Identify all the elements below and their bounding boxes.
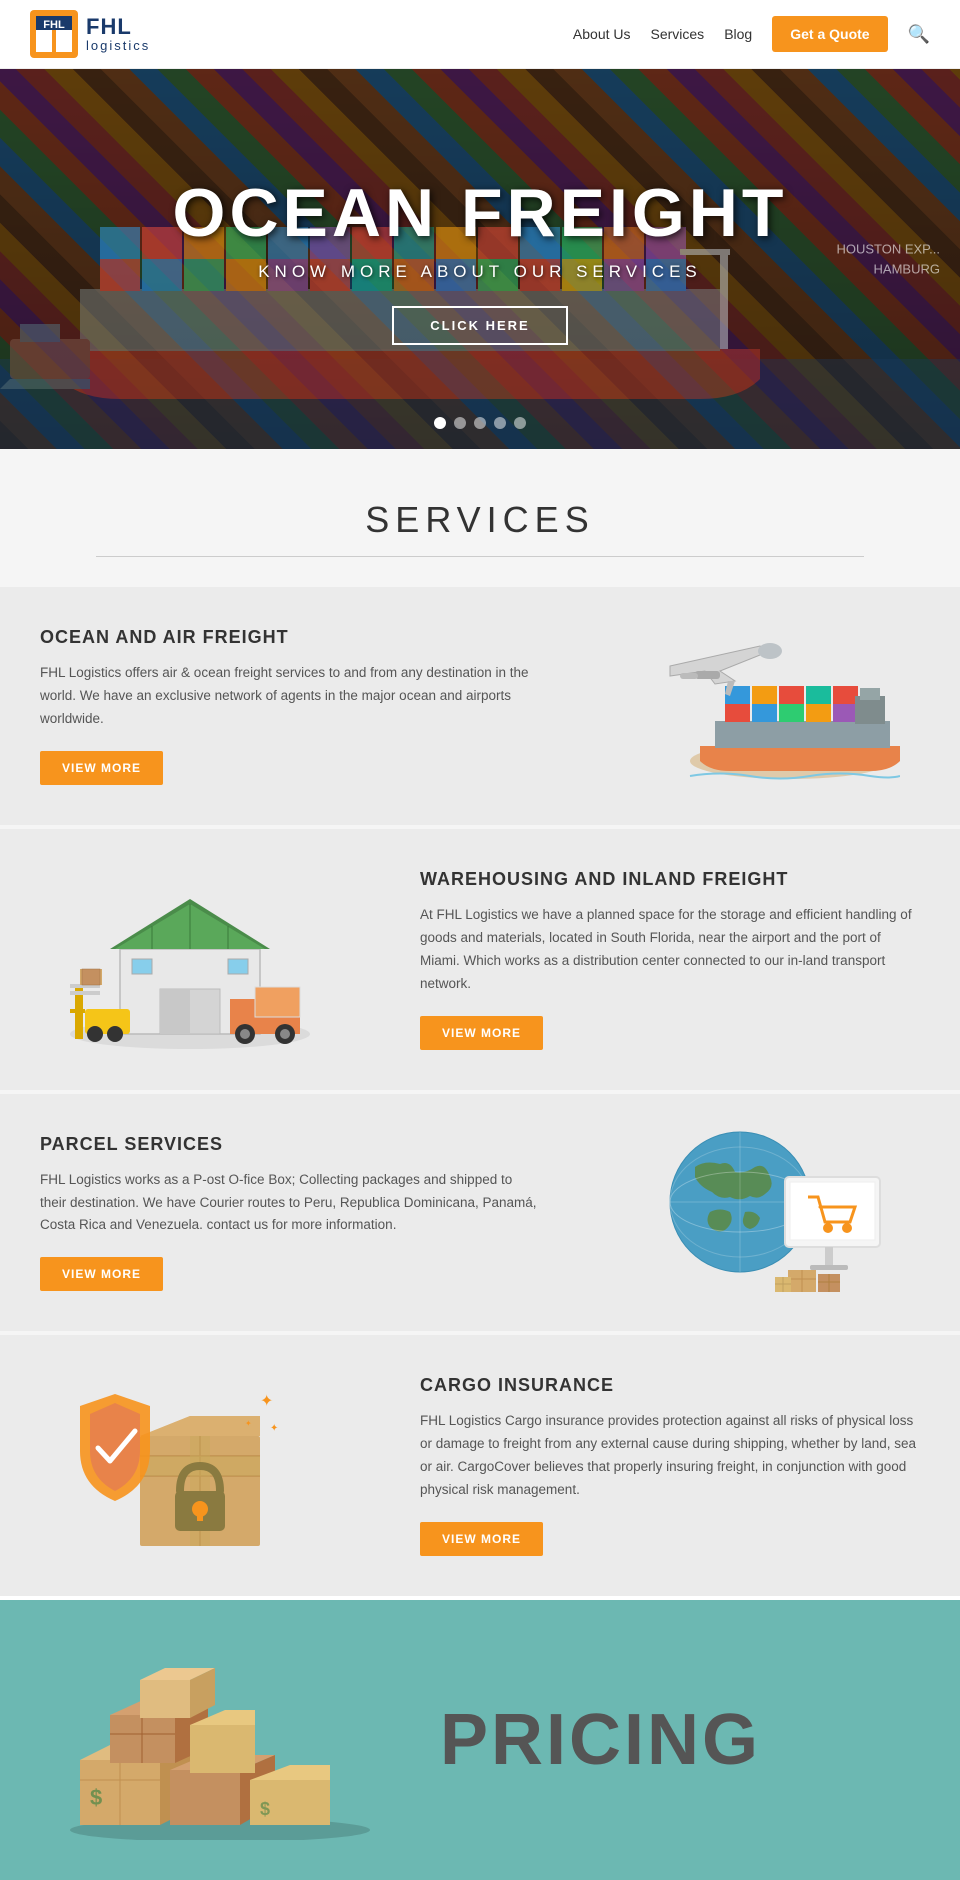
view-more-parcel-button[interactable]: VIEW MORE — [40, 1257, 163, 1291]
svg-text:$: $ — [90, 1785, 102, 1810]
hero-watermark: HOUSTON EXP... HAMBURG — [836, 240, 940, 279]
svg-text:FHL: FHL — [43, 19, 65, 31]
hero-section: OCEAN FREIGHT KNOW MORE ABOUT OUR SERVIC… — [0, 69, 960, 449]
site-header: FHL FHL logistics About Us Services Blog… — [0, 0, 960, 69]
service-name-parcel: PARCEL SERVICES — [40, 1134, 540, 1155]
service-text-parcel: PARCEL SERVICES FHL Logistics works as a… — [0, 1094, 580, 1332]
get-quote-button[interactable]: Get a Quote — [772, 16, 887, 52]
nav-blog[interactable]: Blog — [724, 26, 752, 42]
service-name-ocean-air: OCEAN AND AIR FREIGHT — [40, 627, 540, 648]
services-header: SERVICES — [0, 499, 960, 557]
service-card-insurance: CARGO INSURANCE FHL Logistics Cargo insu… — [0, 1335, 960, 1596]
service-desc-warehousing: At FHL Logistics we have a planned space… — [420, 904, 920, 996]
carousel-dot-5[interactable] — [514, 417, 526, 429]
service-image-parcel — [580, 1102, 960, 1322]
warehousing-illustration — [60, 869, 320, 1049]
pricing-section: $ $ PRICING — [0, 1600, 960, 1880]
hero-title: OCEAN FREIGHT — [173, 174, 788, 252]
service-image-insurance: ✦ ✦ ✦ — [0, 1356, 380, 1576]
pricing-title: PRICING — [440, 1699, 900, 1781]
main-nav: About Us Services Blog Get a Quote 🔍 — [573, 16, 930, 52]
hero-cta-button[interactable]: CLICK HERE — [392, 306, 567, 345]
hero-subtitle: KNOW MORE ABOUT OUR SERVICES — [258, 262, 702, 282]
insurance-illustration: ✦ ✦ ✦ — [60, 1376, 320, 1556]
parcel-illustration — [640, 1122, 900, 1302]
service-card-parcel: PARCEL SERVICES FHL Logistics works as a… — [0, 1094, 960, 1332]
hero-carousel-dots — [434, 417, 526, 429]
service-text-warehousing: WAREHOUSING AND INLAND FREIGHT At FHL Lo… — [380, 829, 960, 1090]
services-section: SERVICES OCEAN AND AIR FREIGHT FHL Logis… — [0, 449, 960, 1596]
services-title: SERVICES — [0, 499, 960, 541]
nav-about[interactable]: About Us — [573, 26, 631, 42]
service-image-warehousing — [0, 849, 380, 1069]
svg-text:✦: ✦ — [245, 1419, 252, 1428]
pricing-text-area: PRICING — [440, 1699, 900, 1781]
logo-fhl-text: FHL — [86, 15, 150, 39]
logo[interactable]: FHL FHL logistics — [30, 10, 150, 58]
carousel-dot-3[interactable] — [474, 417, 486, 429]
ocean-air-illustration — [640, 616, 900, 796]
svg-text:$: $ — [260, 1799, 270, 1819]
service-desc-insurance: FHL Logistics Cargo insurance provides p… — [420, 1410, 920, 1502]
nav-services[interactable]: Services — [651, 26, 705, 42]
view-more-warehousing-button[interactable]: VIEW MORE — [420, 1016, 543, 1050]
service-card-ocean-air: OCEAN AND AIR FREIGHT FHL Logistics offe… — [0, 587, 960, 825]
carousel-dot-1[interactable] — [434, 417, 446, 429]
service-text-ocean-air: OCEAN AND AIR FREIGHT FHL Logistics offe… — [0, 587, 580, 825]
svg-text:✦: ✦ — [260, 1393, 273, 1410]
view-more-ocean-air-button[interactable]: VIEW MORE — [40, 751, 163, 785]
service-desc-parcel: FHL Logistics works as a P-ost O-fice Bo… — [40, 1169, 540, 1238]
logo-logistics-text: logistics — [86, 39, 150, 53]
services-divider — [96, 556, 864, 557]
search-icon[interactable]: 🔍 — [908, 24, 930, 45]
svg-text:✦: ✦ — [270, 1423, 278, 1434]
service-name-insurance: CARGO INSURANCE — [420, 1375, 920, 1396]
view-more-insurance-button[interactable]: VIEW MORE — [420, 1522, 543, 1556]
service-desc-ocean-air: FHL Logistics offers air & ocean freight… — [40, 662, 540, 731]
service-card-warehousing: WAREHOUSING AND INLAND FREIGHT At FHL Lo… — [0, 829, 960, 1090]
service-name-warehousing: WAREHOUSING AND INLAND FREIGHT — [420, 869, 920, 890]
logo-icon: FHL — [30, 10, 78, 58]
service-image-ocean-air — [580, 596, 960, 816]
carousel-dot-2[interactable] — [454, 417, 466, 429]
pricing-boxes-illustration: $ $ — [60, 1640, 380, 1840]
hero-content: OCEAN FREIGHT KNOW MORE ABOUT OUR SERVIC… — [0, 69, 960, 449]
service-text-insurance: CARGO INSURANCE FHL Logistics Cargo insu… — [380, 1335, 960, 1596]
carousel-dot-4[interactable] — [494, 417, 506, 429]
